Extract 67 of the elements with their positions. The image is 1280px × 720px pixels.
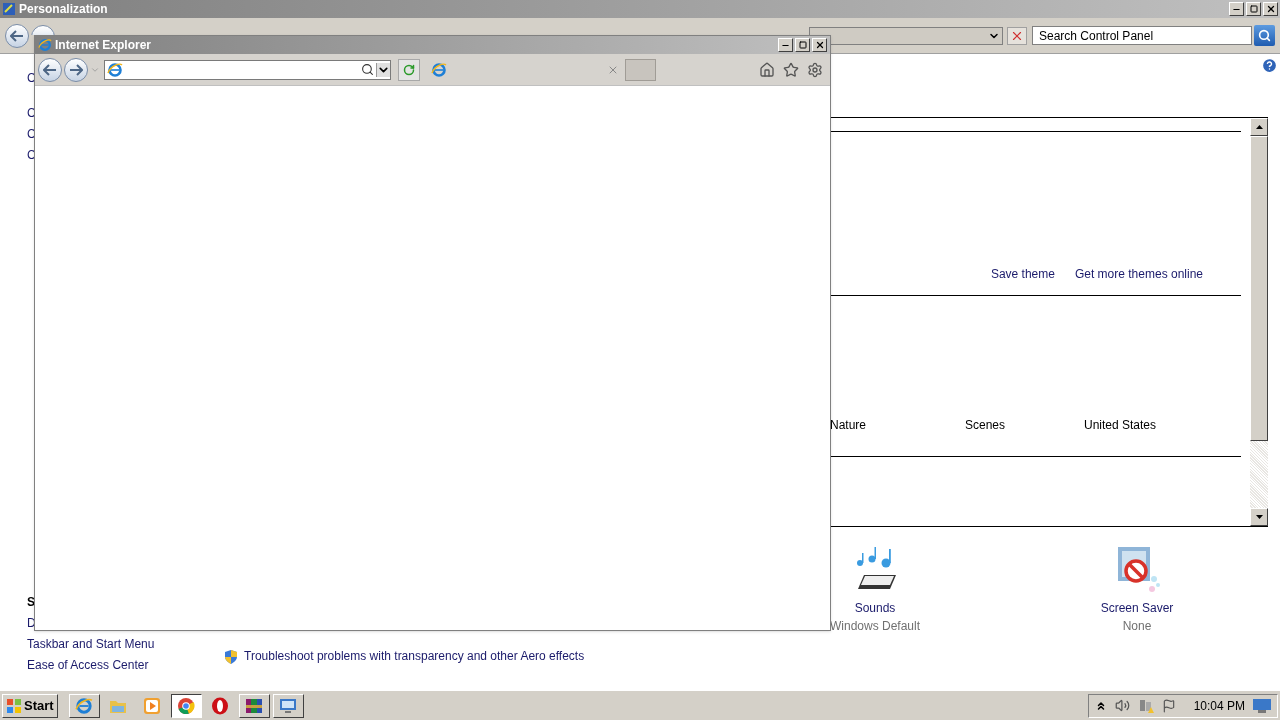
home-icon[interactable] bbox=[759, 61, 775, 78]
address-field[interactable] bbox=[809, 26, 1003, 45]
down-triangle-icon bbox=[1255, 515, 1263, 519]
minimize-button[interactable] bbox=[778, 38, 793, 52]
flag-icon[interactable] bbox=[1161, 698, 1176, 713]
setting-value: None bbox=[1122, 618, 1152, 635]
close-button[interactable] bbox=[1263, 2, 1278, 16]
setting-link[interactable]: Sounds bbox=[854, 599, 896, 617]
browser-logo-icon bbox=[38, 38, 52, 52]
scrollbar[interactable] bbox=[1250, 118, 1268, 526]
setting-value: Windows Default bbox=[830, 618, 921, 635]
forward-arrow-icon bbox=[69, 63, 83, 76]
help-icon[interactable] bbox=[1261, 57, 1278, 74]
play-icon bbox=[143, 696, 162, 715]
refresh-button[interactable] bbox=[398, 58, 420, 81]
show-desktop-icon[interactable] bbox=[1253, 698, 1271, 713]
window-title: Personalization bbox=[19, 1, 109, 18]
page-icon bbox=[107, 61, 123, 78]
window-title: Internet Explorer bbox=[55, 37, 153, 54]
stop-button[interactable] bbox=[1007, 26, 1027, 45]
refresh-icon bbox=[403, 63, 415, 76]
settings-icon[interactable] bbox=[807, 61, 823, 78]
back-arrow-icon bbox=[43, 63, 57, 76]
setting-link[interactable]: Screen Saver bbox=[1100, 599, 1174, 617]
books-icon bbox=[245, 696, 264, 715]
clock[interactable]: 10:04 PM bbox=[1193, 696, 1245, 715]
theme-group-label: United States bbox=[1084, 417, 1158, 434]
browser-logo-icon bbox=[75, 696, 94, 715]
start-button[interactable]: Start bbox=[2, 693, 58, 718]
theme-group-label: Scenes bbox=[965, 417, 1007, 434]
maximize-button[interactable] bbox=[795, 38, 810, 52]
troubleshoot-link[interactable]: Troubleshoot problems with transparency and other Aero effects bbox=[244, 646, 585, 667]
search-button[interactable] bbox=[1254, 25, 1275, 46]
scroll-down-button[interactable] bbox=[1250, 508, 1268, 526]
see-also-heading: S bbox=[27, 594, 35, 611]
see-also-link[interactable]: Taskbar and Start Menu bbox=[27, 634, 155, 655]
theme-action-link[interactable]: Save theme bbox=[990, 264, 1055, 285]
see-also-link[interactable]: Ease of Access Center bbox=[27, 655, 149, 676]
back-button[interactable] bbox=[38, 57, 62, 82]
chrome-circle-icon bbox=[177, 696, 196, 715]
opera-o-icon bbox=[211, 696, 230, 715]
back-button[interactable] bbox=[5, 23, 29, 48]
address-field[interactable] bbox=[104, 59, 391, 80]
monitor-icon bbox=[279, 696, 298, 715]
restore-button[interactable] bbox=[1246, 2, 1261, 16]
up-triangle-icon bbox=[1255, 125, 1263, 129]
forward-button[interactable] bbox=[64, 57, 88, 82]
back-arrow-icon bbox=[10, 29, 24, 42]
close-button[interactable] bbox=[812, 38, 827, 52]
minimize-button[interactable] bbox=[1229, 2, 1244, 16]
speaker-icon[interactable] bbox=[1114, 698, 1130, 713]
scroll-thumb[interactable] bbox=[1250, 136, 1268, 441]
close-icon bbox=[814, 40, 825, 50]
square-icon bbox=[798, 41, 807, 49]
taskbar-app-button[interactable] bbox=[170, 693, 202, 718]
favorites-icon[interactable] bbox=[783, 61, 799, 78]
windows-logo-icon bbox=[6, 697, 22, 714]
tab-page-icon bbox=[431, 61, 447, 78]
search-icon[interactable] bbox=[361, 63, 374, 76]
control-panel-icon bbox=[2, 2, 16, 16]
theme-action-link[interactable]: Get more themes online bbox=[1074, 264, 1203, 285]
square-icon bbox=[1249, 5, 1258, 13]
shield-icon bbox=[223, 648, 239, 665]
close-icon bbox=[1265, 4, 1276, 14]
search-icon bbox=[1258, 29, 1271, 42]
scroll-up-button[interactable] bbox=[1250, 118, 1268, 136]
theme-group-label: Nature bbox=[830, 417, 868, 434]
